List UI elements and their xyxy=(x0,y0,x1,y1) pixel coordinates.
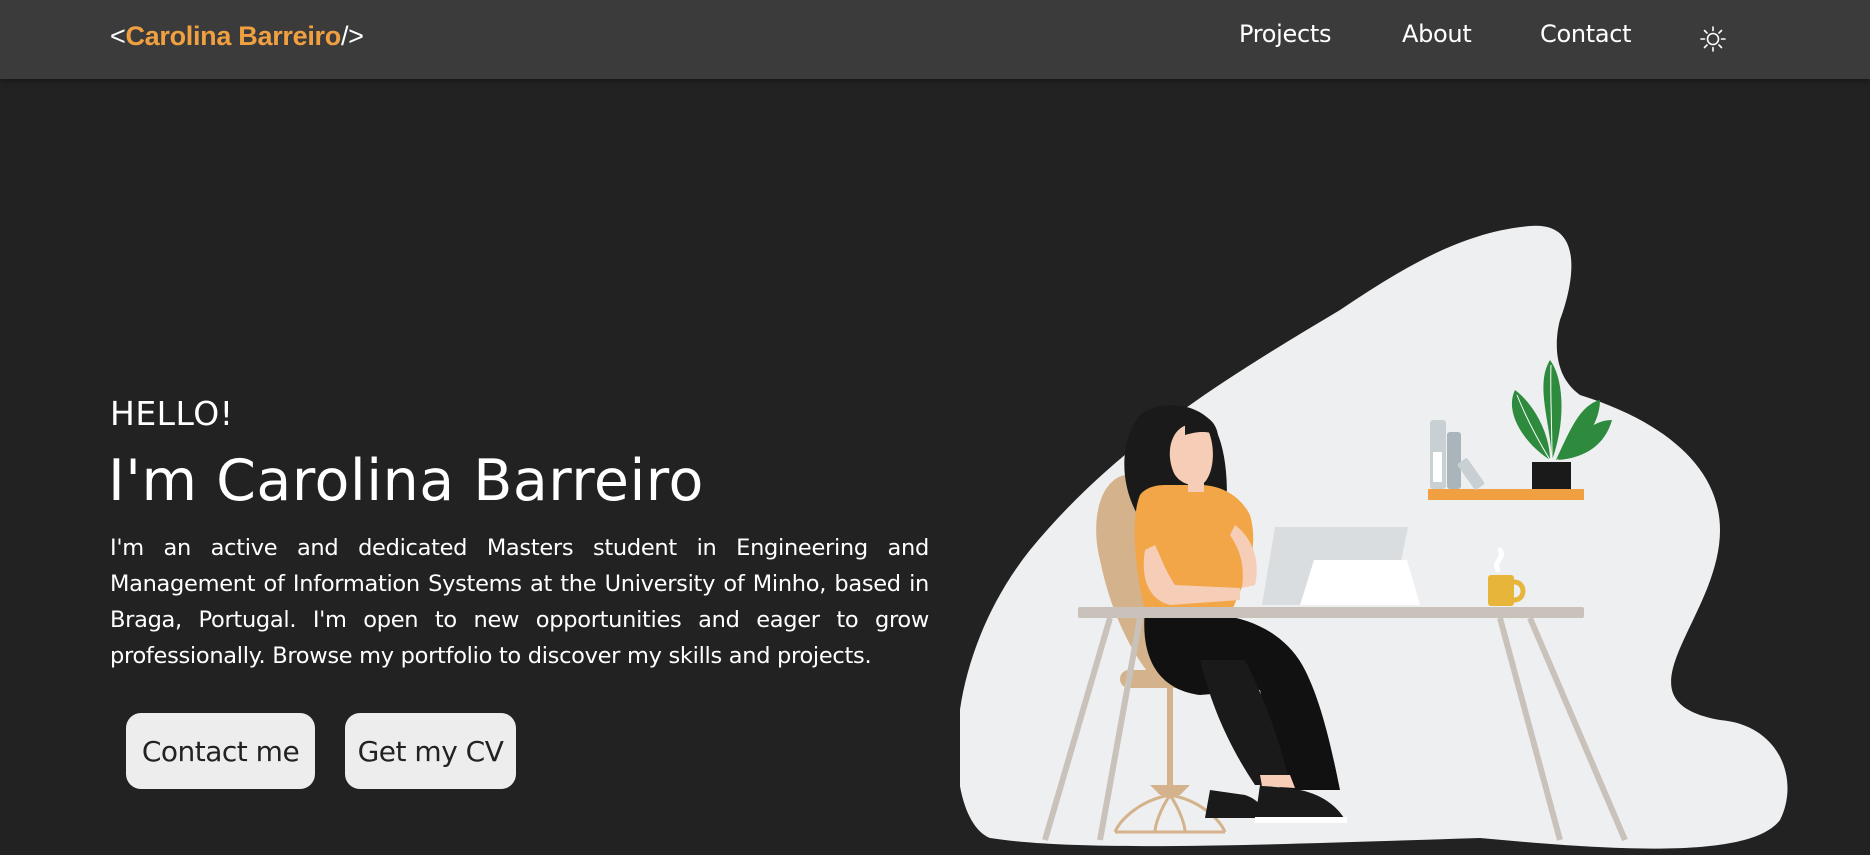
nav-link-contact[interactable]: Contact xyxy=(1540,20,1632,48)
nav-link-projects[interactable]: Projects xyxy=(1239,20,1332,48)
hero-title: I'm Carolina Barreiro xyxy=(108,448,704,514)
hero-illustration xyxy=(960,225,1788,849)
theme-toggle-button[interactable] xyxy=(1698,24,1728,54)
mug xyxy=(1488,575,1514,606)
hero-description: I'm an active and dedicated Masters stud… xyxy=(110,535,929,669)
shelf xyxy=(1428,489,1584,500)
desk-top xyxy=(1078,607,1584,618)
contact-me-button[interactable]: Contact me xyxy=(126,713,315,789)
navbar: <Carolina Barreiro/> Projects About Cont… xyxy=(0,0,1870,79)
get-cv-button[interactable]: Get my CV xyxy=(345,713,516,789)
logo-close-bracket: /> xyxy=(340,21,364,51)
sun-icon xyxy=(1700,26,1726,52)
book xyxy=(1447,432,1461,489)
hero-greeting: HELLO! xyxy=(110,394,234,433)
logo-name: Carolina Barreiro xyxy=(125,21,341,51)
site-logo[interactable]: <Carolina Barreiro/> xyxy=(110,21,364,52)
logo-open-bracket: < xyxy=(110,21,126,51)
plant-pot xyxy=(1532,462,1571,489)
nav-link-about[interactable]: About xyxy=(1402,20,1472,48)
